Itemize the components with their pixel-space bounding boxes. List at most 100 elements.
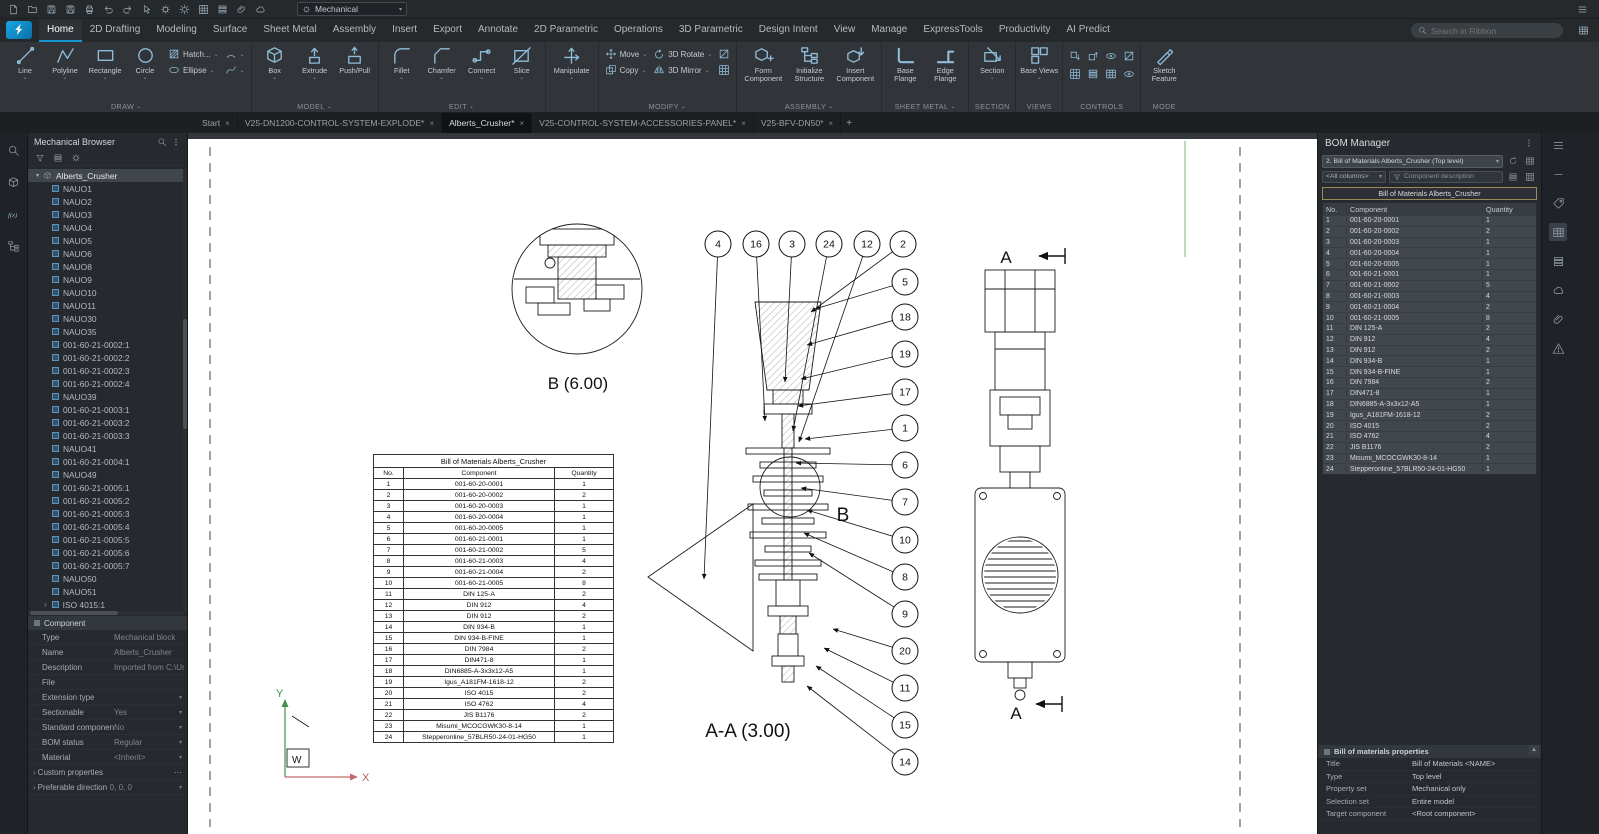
- table-settings-button[interactable]: [1523, 155, 1537, 168]
- refresh-button[interactable]: [1506, 155, 1520, 168]
- ribbon-button[interactable]: Push/Pull⌄: [335, 42, 375, 81]
- tree-item[interactable]: NAUO39: [28, 390, 184, 403]
- property-value[interactable]: Mechanical only: [1412, 784, 1538, 793]
- bom-grid-row[interactable]: 16 DIN 7984 2: [1323, 377, 1536, 388]
- ribbon-icon-button[interactable]: [1066, 47, 1083, 64]
- tree-item[interactable]: 001-60-21-0005:4: [28, 520, 184, 533]
- property-value[interactable]: Yes: [114, 708, 177, 717]
- bom-grid-row[interactable]: 13 DIN 912 2: [1323, 345, 1536, 356]
- tree-item[interactable]: 001-60-21-0005:7: [28, 559, 184, 572]
- ribbon-tab[interactable]: Annotate: [470, 19, 526, 42]
- ribbon-tab[interactable]: Assembly: [325, 19, 384, 42]
- ribbon-button[interactable]: Extrude⌄: [295, 42, 335, 81]
- ribbon-button[interactable]: Polyline⌄: [45, 42, 85, 81]
- bom-grid-row[interactable]: 8 001-60-21-0003 4: [1323, 291, 1536, 302]
- tree-item[interactable]: 001-60-21-0002:3: [28, 364, 184, 377]
- bom-grid-row[interactable]: 9 001-60-21-0004 2: [1323, 301, 1536, 312]
- bom-grid-row[interactable]: 12 DIN 912 4: [1323, 334, 1536, 345]
- tree-item[interactable]: 001-60-21-0005:5: [28, 533, 184, 546]
- ribbon-icon-button[interactable]: [1102, 65, 1119, 82]
- property-value[interactable]: Alberts_Crusher: [114, 648, 184, 657]
- left-strip-icon[interactable]: [5, 237, 23, 255]
- tree-scrollbar[interactable]: [183, 169, 187, 611]
- app-logo[interactable]: [6, 21, 32, 39]
- ellipsis-button[interactable]: ⋯: [174, 768, 184, 777]
- ribbon-icon-button[interactable]: [1084, 47, 1101, 64]
- ribbon-button[interactable]: Connect⌄: [462, 42, 502, 81]
- ribbon-group-label[interactable]: DRAW⌄: [5, 100, 248, 112]
- bom-grid-row[interactable]: 21 ISO 4762 4: [1323, 431, 1536, 442]
- ribbon-button[interactable]: Circle⌄: [125, 42, 165, 81]
- ribbon-button[interactable]: Chamfer⌄: [422, 42, 462, 81]
- tree-item[interactable]: 001-60-21-0005:2: [28, 494, 184, 507]
- ribbon-button[interactable]: Initialize Structure⌄: [786, 42, 832, 84]
- quickbar-icon[interactable]: [81, 2, 98, 17]
- ribbon-button[interactable]: 3D Mirror⌄: [650, 62, 715, 78]
- search-icon[interactable]: [157, 137, 167, 147]
- bom-grid-row[interactable]: 20 ISO 4015 2: [1323, 420, 1536, 431]
- bom-grid-row[interactable]: 23 Misumi_MCOCGWK30-8-14 1: [1323, 453, 1536, 464]
- tree-item[interactable]: 001-60-21-0005:3: [28, 507, 184, 520]
- list-view-button[interactable]: [1506, 170, 1520, 183]
- ribbon-button[interactable]: Form Component⌄: [740, 42, 786, 84]
- bom-grid-row[interactable]: 5 001-60-20-0005 1: [1323, 258, 1536, 269]
- ribbon-button[interactable]: Section⌄: [972, 42, 1012, 81]
- ribbon-button[interactable]: Copy⌄: [602, 62, 651, 78]
- close-icon[interactable]: ×: [429, 119, 434, 128]
- ribbon-tab[interactable]: 2D Drafting: [82, 19, 149, 42]
- tree-item[interactable]: NAUO35: [28, 325, 184, 338]
- quickbar-icon[interactable]: [138, 2, 155, 17]
- tree-item[interactable]: NAUO49: [28, 468, 184, 481]
- ribbon-group-label[interactable]: SHEET METAL⌄: [885, 100, 965, 112]
- ribbon-tab[interactable]: Export: [425, 19, 470, 42]
- drawing-canvas[interactable]: B (6.00): [188, 133, 1317, 834]
- ribbon-tab[interactable]: 2D Parametric: [526, 19, 606, 42]
- ribbon-button[interactable]: Edge Flange⌄: [925, 42, 965, 84]
- right-strip-icon[interactable]: [1549, 339, 1567, 357]
- right-strip-icon[interactable]: [1549, 223, 1567, 241]
- property-value[interactable]: <Root component>: [1412, 809, 1538, 818]
- right-strip-icon[interactable]: [1549, 310, 1567, 328]
- bom-grid-row[interactable]: 3 001-60-20-0003 1: [1323, 237, 1536, 248]
- property-value[interactable]: Bill of Materials <NAME>: [1412, 759, 1538, 768]
- ribbon-collapse-button[interactable]: [1575, 23, 1591, 38]
- ribbon-button[interactable]: Base Views⌄: [1019, 42, 1059, 81]
- left-strip-icon[interactable]: [5, 141, 23, 159]
- ribbon-icon-button[interactable]: [1120, 65, 1137, 82]
- quickbar-icon[interactable]: [195, 2, 212, 17]
- property-value[interactable]: No: [114, 723, 177, 732]
- tree-item[interactable]: ISO 4015:1: [28, 598, 184, 611]
- tree-item[interactable]: NAUO30: [28, 312, 184, 325]
- tree-item[interactable]: NAUO3: [28, 208, 184, 221]
- right-strip-icon[interactable]: [1549, 281, 1567, 299]
- bom-grid-row[interactable]: 22 JIS B1176 2: [1323, 442, 1536, 453]
- ribbon-icon-button[interactable]: ⌄: [222, 62, 248, 78]
- ribbon-icon-button[interactable]: [1066, 65, 1083, 82]
- right-strip-icon[interactable]: [1549, 165, 1567, 183]
- bom-grid-row[interactable]: 1 001-60-20-0001 1: [1323, 215, 1536, 226]
- chevron-down-icon[interactable]: ▾: [177, 739, 184, 746]
- close-icon[interactable]: ×: [225, 119, 230, 128]
- ribbon-button[interactable]: Sketch Feature⌄: [1144, 42, 1184, 84]
- chevron-right-icon[interactable]: ›: [33, 783, 36, 792]
- left-strip-icon[interactable]: [5, 205, 23, 223]
- ribbon-button[interactable]: Base Flange⌄: [885, 42, 925, 84]
- quickbar-icon[interactable]: [43, 2, 60, 17]
- ribbon-icon-button[interactable]: [715, 62, 733, 78]
- bom-grid-row[interactable]: 2 001-60-20-0002 2: [1323, 226, 1536, 237]
- quickbar-icon[interactable]: [100, 2, 117, 17]
- quickbar-icon[interactable]: [176, 2, 193, 17]
- ribbon-search[interactable]: [1411, 23, 1563, 38]
- property-value[interactable]: <Inherit>: [114, 753, 177, 762]
- quickbar-icon[interactable]: [214, 2, 231, 17]
- ribbon-group-label[interactable]: MODIFY⌄: [602, 100, 734, 112]
- quickbar-icon[interactable]: [157, 2, 174, 17]
- tree-item[interactable]: 001-60-21-0003:1: [28, 403, 184, 416]
- right-strip-icon[interactable]: [1549, 252, 1567, 270]
- property-value[interactable]: Imported from C:\Us: [114, 663, 184, 672]
- tree-item[interactable]: NAUO4: [28, 221, 184, 234]
- settings-icon[interactable]: [71, 153, 81, 163]
- ribbon-button[interactable]: Move⌄: [602, 46, 651, 62]
- chevron-down-icon[interactable]: ▾: [177, 724, 184, 731]
- bom-grid-header[interactable]: No. Component Quantity: [1323, 203, 1536, 215]
